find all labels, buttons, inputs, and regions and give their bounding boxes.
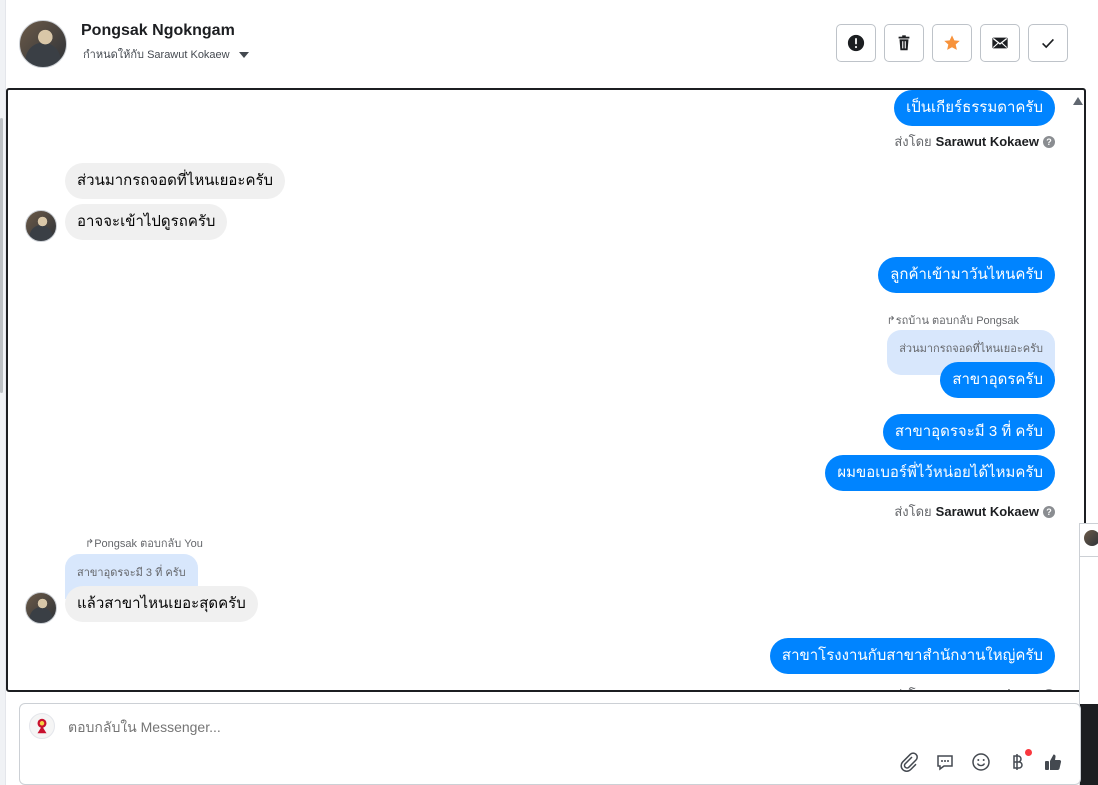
message-outgoing[interactable]: เป็นเกียร์ธรรมดาครับ xyxy=(894,90,1055,126)
assign-dropdown[interactable]: กำหนดให้กับ Sarawut Kokaew xyxy=(83,45,249,63)
message-incoming[interactable]: อาจจะเข้าไปดูรถครับ xyxy=(65,204,228,240)
help-icon[interactable]: ? xyxy=(1043,135,1055,148)
attach-button[interactable] xyxy=(898,751,920,773)
checkmark-icon xyxy=(1042,38,1054,49)
contact-avatar-small xyxy=(25,210,57,242)
help-icon[interactable]: ? xyxy=(1043,505,1055,518)
sent-by-agent: Sarawut Kokaew xyxy=(936,687,1039,690)
contact-name[interactable]: Pongsak Ngokngam xyxy=(81,22,235,40)
message-incoming[interactable]: ส่วนมากรถจอดที่ไหนเยอะครับ xyxy=(65,163,286,199)
chat-bubble-icon xyxy=(937,755,953,771)
side-panel-fragment[interactable] xyxy=(1079,523,1098,785)
baht-icon xyxy=(1013,754,1023,770)
reply-composer xyxy=(19,703,1081,785)
reply-header: ↱Pongsak ตอบกลับ You xyxy=(85,538,203,550)
mark-done-button[interactable] xyxy=(1028,24,1068,62)
panel-avatar xyxy=(1084,530,1098,546)
report-spam-button[interactable] xyxy=(836,24,876,62)
composer-actions xyxy=(898,749,1064,773)
sent-by-prefix: ส่งโดย xyxy=(894,684,931,690)
like-button[interactable] xyxy=(1042,751,1064,773)
contact-avatar[interactable] xyxy=(19,20,67,68)
message-outgoing[interactable]: สาขาอุดรจะมี 3 ที่ ครับ xyxy=(882,414,1055,450)
saved-replies-button[interactable] xyxy=(934,751,956,773)
smiley-icon xyxy=(972,753,990,771)
panel-divider xyxy=(1080,556,1098,557)
sent-by-agent: Sarawut Kokaew xyxy=(935,504,1039,519)
paperclip-icon xyxy=(900,752,918,772)
sent-by-prefix: ส่งโดย xyxy=(894,504,932,519)
message-outgoing[interactable]: ลูกค้าเข้ามาวันไหนครับ xyxy=(878,257,1055,293)
message-incoming[interactable]: แล้วสาขาไหนเยอะสุดครับ xyxy=(65,586,258,622)
sent-by-prefix: ส่งโดย xyxy=(894,134,932,149)
star-icon xyxy=(944,35,960,50)
thumbs-up-icon xyxy=(1045,754,1062,770)
sent-by-label: ส่งโดย Sarawut Kokaew ? xyxy=(894,684,1055,690)
emoji-button[interactable] xyxy=(970,751,992,773)
left-scrollbar[interactable] xyxy=(0,118,3,393)
sent-by-label: ส่งโดย Sarawut Kokaew ? xyxy=(894,501,1055,522)
conversation-toolbar xyxy=(836,24,1068,62)
sent-by-agent: Sarawut Kokaew xyxy=(935,134,1039,149)
page-avatar xyxy=(29,713,55,739)
conversation-header: Pongsak Ngokngam กำหนดให้กับ Sarawut Kok… xyxy=(6,0,1098,88)
message-outgoing[interactable]: สาขาโรงงานกับสาขาสำนักงานใหญ่ครับ xyxy=(769,638,1055,674)
page-logo-icon xyxy=(37,718,47,734)
mark-unread-button[interactable] xyxy=(980,24,1020,62)
message-thread[interactable]: เป็นเกียร์ธรรมดาครับ ส่งโดย Sarawut Koka… xyxy=(6,88,1086,692)
reply-header: ↱รถบ้าน ตอบกลับ Pongsak xyxy=(886,315,1020,327)
contact-avatar-small xyxy=(25,592,57,624)
envelope-icon xyxy=(992,37,1008,49)
exclamation-icon xyxy=(847,34,865,52)
trash-icon xyxy=(898,35,910,51)
scroll-up-arrow-icon[interactable] xyxy=(1073,97,1083,105)
payment-button[interactable] xyxy=(1006,749,1032,773)
delete-button[interactable] xyxy=(884,24,924,62)
assign-label: กำหนดให้กับ Sarawut Kokaew xyxy=(83,49,230,61)
star-button[interactable] xyxy=(932,24,972,62)
reply-input[interactable] xyxy=(68,719,768,735)
help-icon[interactable]: ? xyxy=(1043,688,1055,690)
notification-dot xyxy=(1025,749,1032,756)
message-outgoing[interactable]: ผมขอเบอร์พี่ไว้หน่อยได้ไหมครับ xyxy=(825,455,1055,491)
sent-by-label: ส่งโดย Sarawut Kokaew ? xyxy=(894,131,1055,152)
caret-down-icon xyxy=(238,51,249,58)
message-outgoing[interactable]: สาขาอุดรครับ xyxy=(940,362,1055,398)
panel-dark-block xyxy=(1080,704,1098,785)
